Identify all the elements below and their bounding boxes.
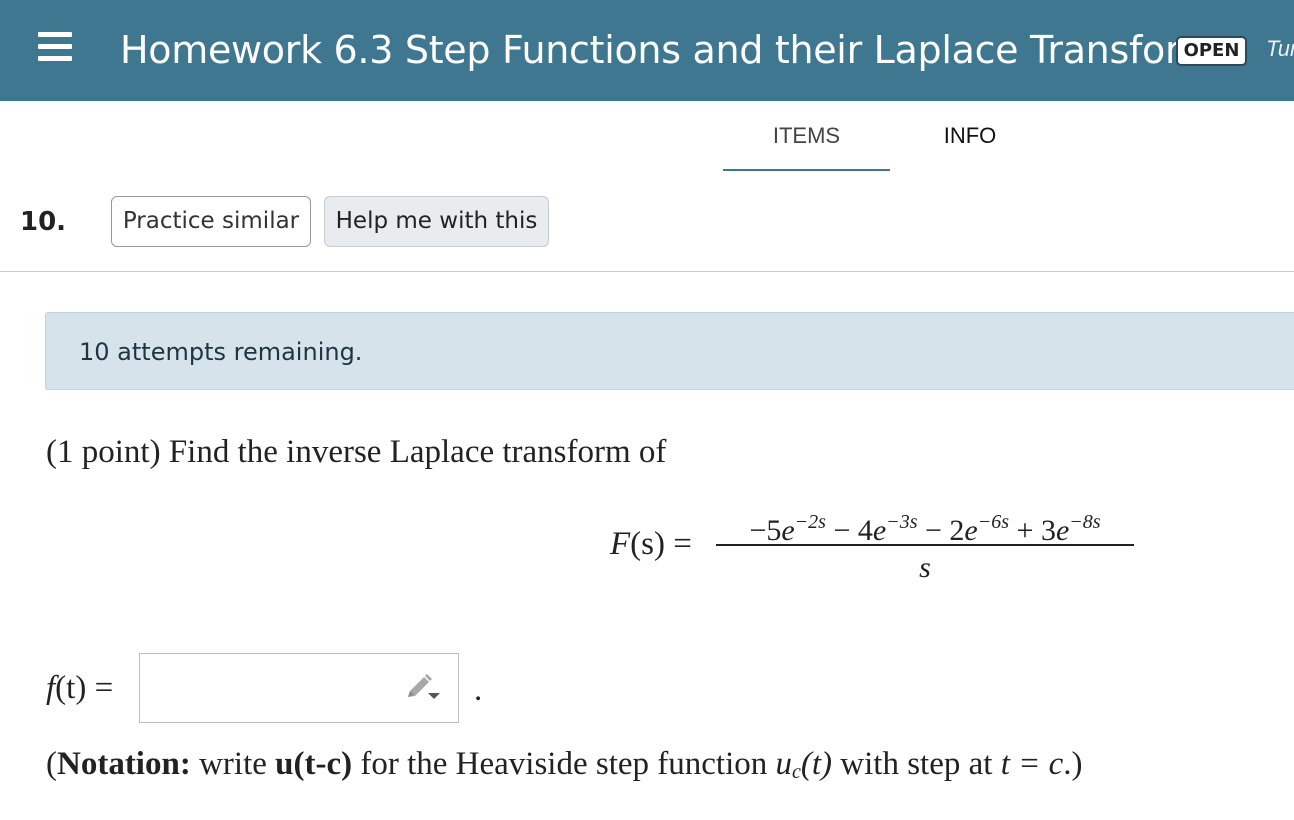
numerator-term: − 4e−3s — [825, 511, 918, 547]
numerator-term: + 3e−8s — [1009, 511, 1101, 547]
answer-function-name: f — [46, 670, 56, 706]
trailing-period: . — [474, 672, 483, 708]
section-divider — [0, 271, 1294, 272]
lhs-argument: (s) = — [630, 526, 692, 562]
tab-items[interactable]: ITEMS — [723, 118, 890, 171]
tab-info[interactable]: INFO — [890, 118, 1050, 171]
status-badge: OPEN — [1176, 36, 1247, 66]
attempts-banner: 10 attempts remaining. — [45, 312, 1294, 390]
attempts-remaining-text: 10 attempts remaining. — [79, 338, 363, 366]
formula-denominator: s — [919, 551, 931, 584]
numerator-term: −5e−2s — [749, 511, 826, 547]
numerator-term: − 2e−6s — [917, 511, 1010, 547]
answer-argument: (t) = — [55, 670, 114, 706]
top-header-bar: Homework 6.3 Step Functions and their La… — [0, 0, 1294, 101]
page-title: Homework 6.3 Step Functions and their La… — [120, 28, 1236, 72]
lhs-function-name: F — [610, 526, 631, 562]
help-me-button[interactable]: Help me with this — [324, 196, 549, 247]
practice-similar-button[interactable]: Practice similar — [111, 196, 311, 247]
turn-in-link[interactable]: Tur — [1266, 34, 1294, 64]
answer-label: f(t) = — [46, 666, 113, 710]
laplace-formula: F(s) = −5e−2s − 4e−3s − 2e−6s + 3e−8s s — [610, 500, 1140, 590]
question-number: 10. — [20, 207, 67, 237]
formula-lhs: F(s) = — [610, 522, 692, 566]
hamburger-menu-icon[interactable] — [38, 30, 74, 64]
problem-prompt: (1 point) Find the inverse Laplace trans… — [46, 434, 667, 470]
notation-text: (Notation: write u(t-c) for the Heavisid… — [46, 746, 1083, 783]
pencil-icon[interactable] — [404, 671, 440, 705]
